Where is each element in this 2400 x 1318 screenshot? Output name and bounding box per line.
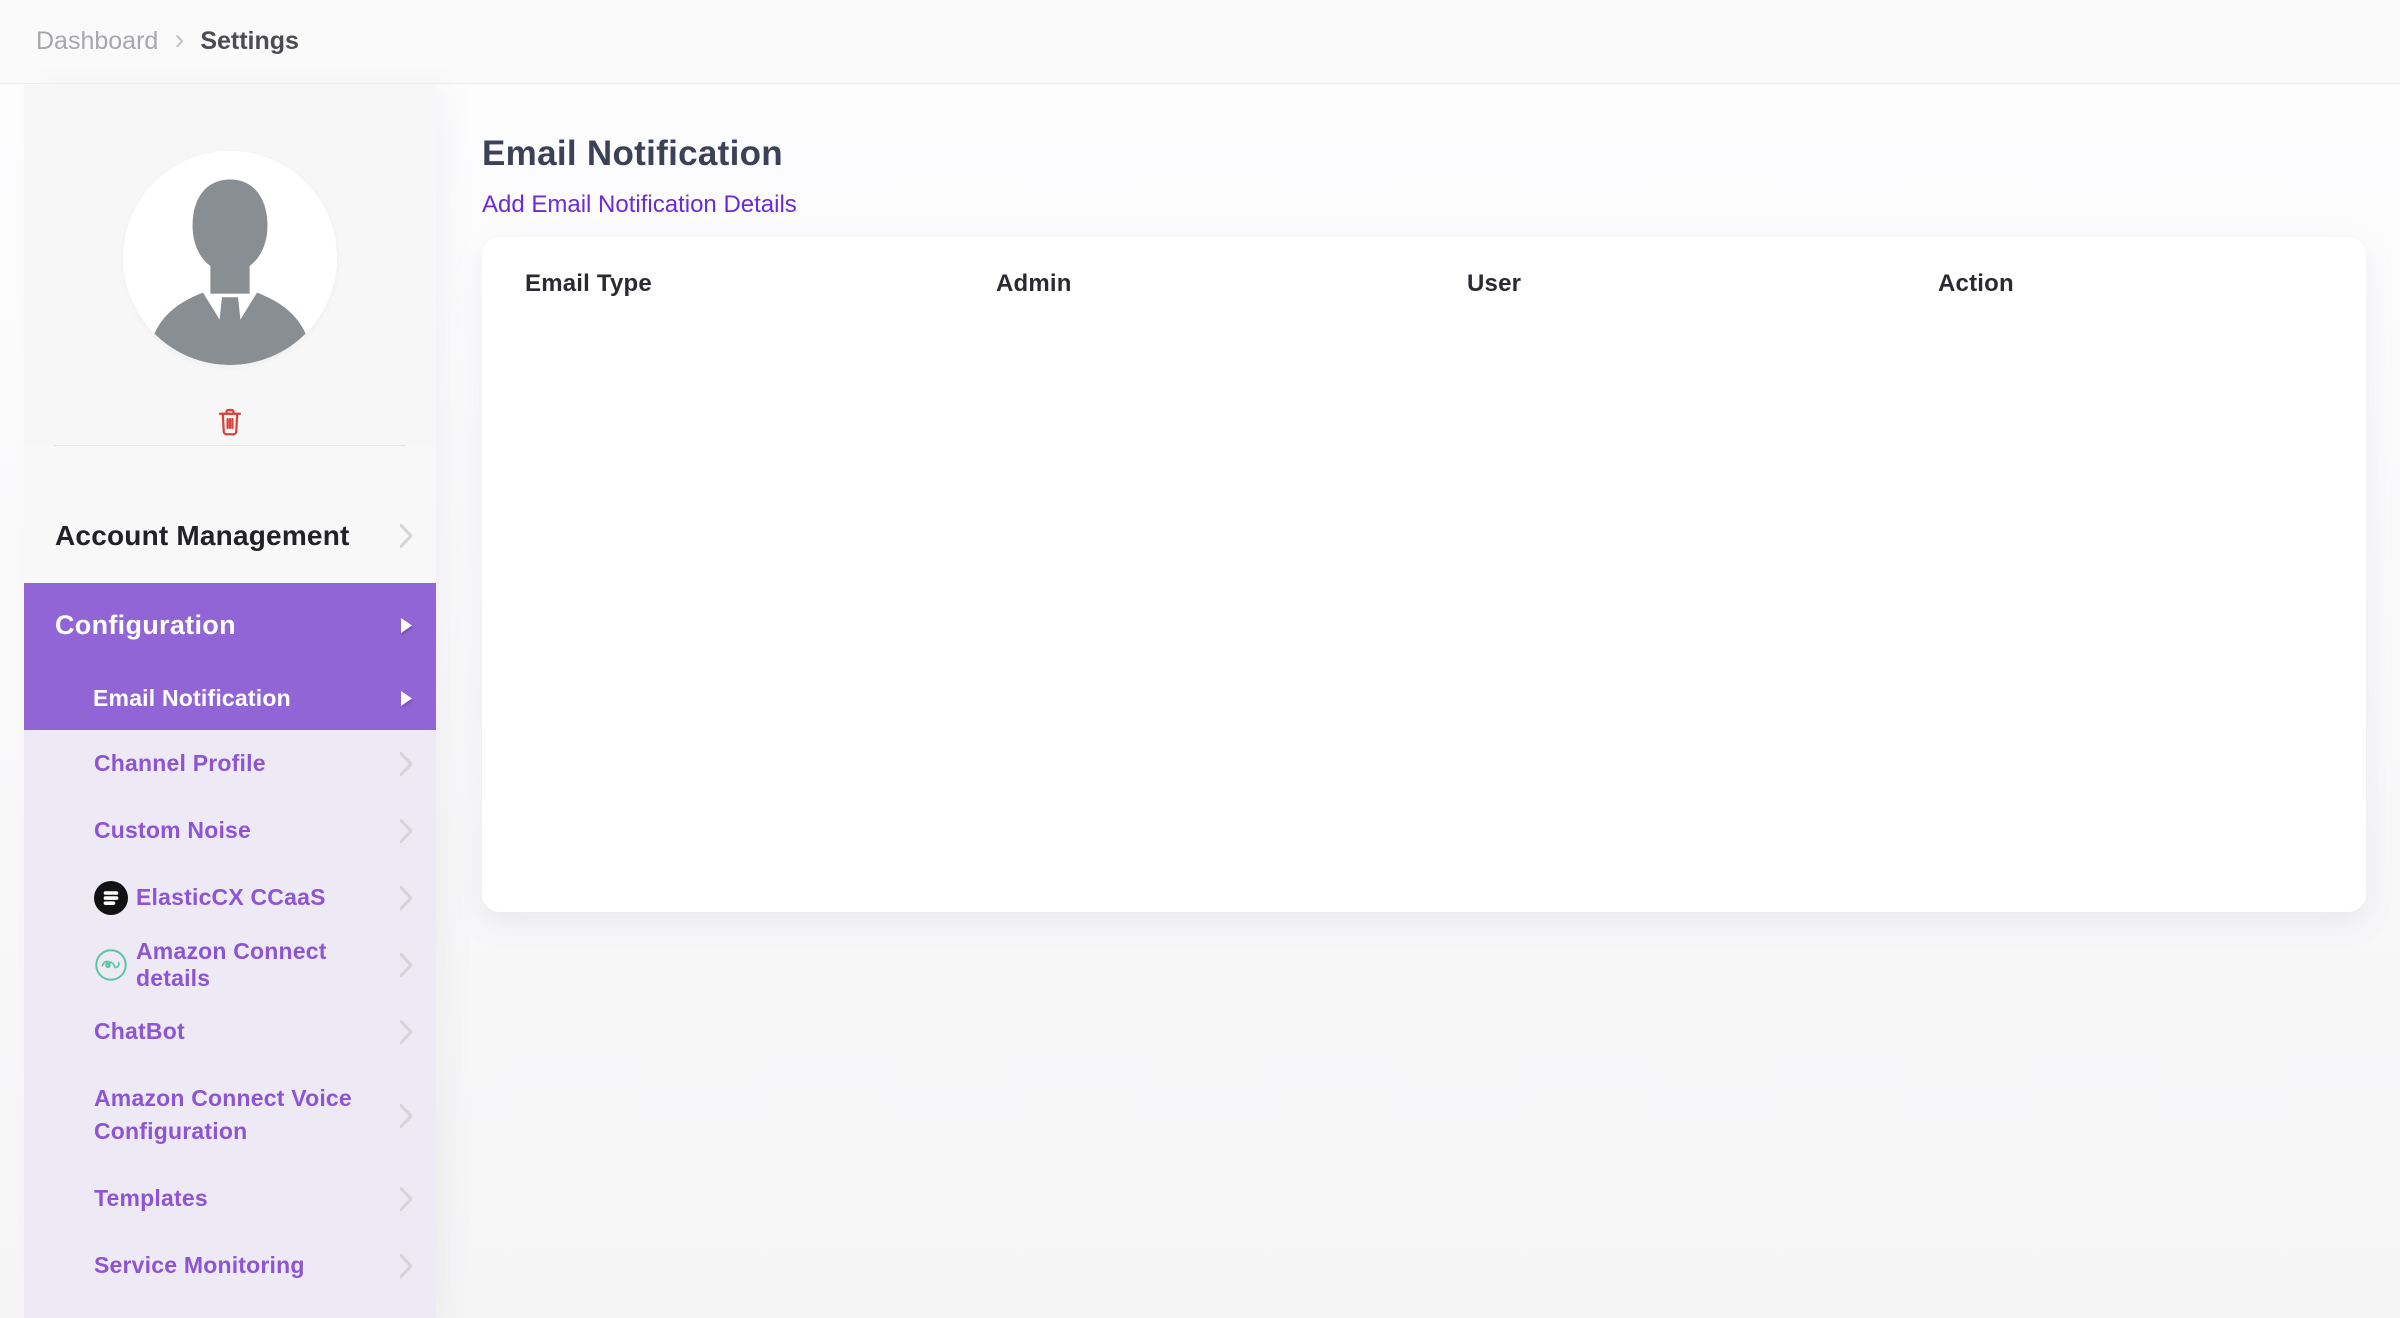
nav-group-configuration-active: Configuration Email Notification: [24, 583, 436, 730]
main-content: Email Notification Add Email Notificatio…: [482, 85, 2400, 912]
elasticcx-icon: [94, 881, 128, 915]
column-header-admin: Admin: [953, 270, 1424, 298]
avatar: [123, 151, 337, 365]
nav-item-amazon-connect-details[interactable]: Amazon Connect details: [24, 931, 436, 998]
arrow-right-solid-icon: [399, 616, 414, 635]
nav-item-templates[interactable]: Templates: [24, 1165, 436, 1232]
column-header-email-type: Email Type: [482, 270, 953, 298]
breadcrumb-separator-icon: ›: [174, 25, 184, 55]
arrow-right-solid-icon: [399, 689, 414, 708]
amazon-connect-icon: [94, 948, 128, 982]
delete-avatar-button[interactable]: [210, 401, 250, 441]
email-notification-table-card: Email Type Admin User Action: [482, 237, 2366, 912]
column-header-action: Action: [1895, 270, 2366, 298]
chevron-right-icon: [398, 1102, 414, 1129]
add-email-notification-details-link[interactable]: Add Email Notification Details: [482, 189, 797, 221]
nav-item-amazon-connect-voice-configuration[interactable]: Amazon Connect Voice Configuration: [24, 1065, 436, 1165]
chevron-right-icon: [398, 750, 414, 777]
page-title: Email Notification: [482, 131, 2400, 177]
chevron-right-icon: [398, 951, 414, 978]
topbar: Dashboard › Settings: [0, 0, 2400, 84]
table-body-empty: [482, 298, 2366, 858]
settings-sidebar: Account Management Configuration Email N…: [24, 85, 436, 1318]
nav-item-channel-profile[interactable]: Channel Profile: [24, 730, 436, 797]
chevron-right-icon: [398, 884, 414, 911]
settings-nav: Account Management Configuration Email N…: [24, 446, 436, 1318]
nav-item-custom-noise[interactable]: Custom Noise: [24, 797, 436, 864]
breadcrumb-dashboard-link[interactable]: Dashboard: [36, 27, 158, 56]
breadcrumb-current-settings: Settings: [200, 27, 299, 56]
profile-section: [24, 85, 436, 446]
chevron-right-icon: [398, 1185, 414, 1212]
nav-item-service-monitoring[interactable]: Service Monitoring: [24, 1232, 436, 1299]
chevron-right-icon: [398, 817, 414, 844]
table-header-row: Email Type Admin User Action: [482, 237, 2366, 298]
column-header-user: User: [1424, 270, 1895, 298]
trash-icon: [214, 405, 246, 437]
nav-item-elasticcx-ccaas[interactable]: ElasticCX CCaaS: [24, 864, 436, 931]
configuration-submenu: Channel Profile Custom Noise: [24, 730, 436, 1318]
nav-item-configuration[interactable]: Configuration: [24, 583, 436, 667]
nav-item-account-management[interactable]: Account Management: [24, 446, 436, 583]
page-body: Account Management Configuration Email N…: [0, 85, 2400, 1318]
user-silhouette-icon: [123, 151, 337, 365]
nav-item-chatbot[interactable]: ChatBot: [24, 998, 436, 1065]
nav-item-email-notification-active[interactable]: Email Notification: [24, 667, 436, 730]
chevron-right-icon: [398, 1018, 414, 1045]
chevron-right-icon: [398, 522, 414, 549]
chevron-right-icon: [398, 1252, 414, 1279]
